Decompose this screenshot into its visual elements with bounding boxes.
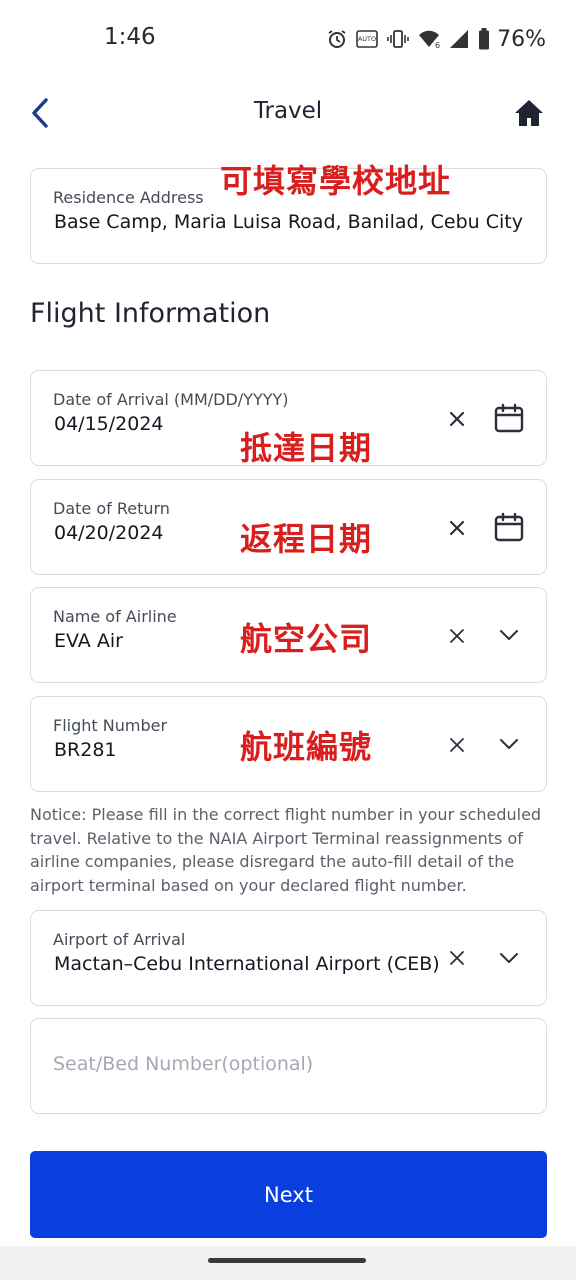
arrival-date-calendar-button[interactable] (492, 401, 526, 435)
airport-of-arrival-clear-button[interactable] (444, 945, 470, 971)
page-title: Travel (253, 98, 323, 124)
navigation-bar (0, 1246, 576, 1280)
arrival-date-label: Date of Arrival (MM/DD/YYYY) (53, 390, 289, 409)
residence-address-label: Residence Address (53, 188, 204, 207)
residence-annotation: 可填寫學校地址 (220, 162, 452, 200)
close-icon (450, 629, 464, 643)
airport-of-arrival-dropdown-button[interactable] (492, 941, 526, 975)
status-bar: 1:46 AUTO 6 76% (0, 0, 576, 78)
home-button[interactable] (512, 96, 546, 130)
app-header: Travel (0, 78, 576, 148)
arrival-date-clear-button[interactable] (444, 406, 470, 432)
home-gesture-handle[interactable] (208, 1258, 366, 1263)
alarm-icon (327, 29, 347, 49)
airline-annotation: 航空公司 (240, 620, 373, 658)
airline-clear-button[interactable] (444, 623, 470, 649)
arrival-date-annotation: 抵達日期 (240, 429, 373, 467)
close-icon (449, 411, 465, 427)
vibrate-icon (387, 29, 409, 49)
flight-number-dropdown-button[interactable] (492, 727, 526, 761)
return-date-calendar-button[interactable] (492, 510, 526, 544)
flight-number-clear-button[interactable] (444, 732, 470, 758)
close-icon (449, 520, 465, 536)
airline-label: Name of Airline (53, 607, 177, 626)
battery-percent: 76% (497, 26, 546, 52)
auto-brightness-icon: AUTO (356, 29, 378, 49)
return-date-label: Date of Return (53, 499, 170, 518)
close-icon (450, 951, 464, 965)
flight-number-notice: Notice: Please fill in the correct fligh… (30, 805, 542, 895)
residence-address-value: Base Camp, Maria Luisa Road, Banilad, Ce… (54, 211, 523, 233)
section-title-flight-information: Flight Information (30, 298, 271, 329)
flight-number-label: Flight Number (53, 716, 168, 735)
return-date-clear-button[interactable] (444, 515, 470, 541)
airport-of-arrival-value: Mactan–Cebu International Airport (CEB) (54, 953, 440, 975)
seat-number-field[interactable]: Seat/Bed Number(optional) (30, 1018, 547, 1114)
next-button[interactable]: Next (30, 1151, 547, 1238)
calendar-icon (494, 512, 524, 542)
airport-of-arrival-field[interactable]: Airport of Arrival Mactan–Cebu Internati… (30, 910, 547, 1006)
airline-value: EVA Air (54, 630, 123, 652)
svg-text:6: 6 (435, 41, 440, 49)
arrival-date-value: 04/15/2024 (54, 413, 164, 435)
airport-of-arrival-label: Airport of Arrival (53, 930, 186, 949)
battery-icon (478, 28, 490, 50)
flight-number-value: BR281 (54, 739, 117, 761)
status-time: 1:46 (104, 24, 156, 50)
close-icon (450, 738, 464, 752)
chevron-down-icon (500, 739, 518, 749)
home-icon (515, 100, 543, 126)
chevron-down-icon (500, 630, 518, 640)
signal-icon (449, 29, 469, 49)
return-date-value: 04/20/2024 (54, 522, 164, 544)
status-icons: AUTO 6 76% (327, 25, 546, 53)
chevron-down-icon (500, 953, 518, 963)
wifi-icon: 6 (418, 29, 440, 49)
flight-number-annotation: 航班編號 (240, 728, 373, 766)
calendar-icon (494, 403, 524, 433)
airline-dropdown-button[interactable] (492, 618, 526, 652)
svg-text:AUTO: AUTO (358, 35, 376, 43)
seat-number-placeholder: Seat/Bed Number(optional) (53, 1053, 314, 1075)
return-date-annotation: 返程日期 (240, 520, 373, 558)
